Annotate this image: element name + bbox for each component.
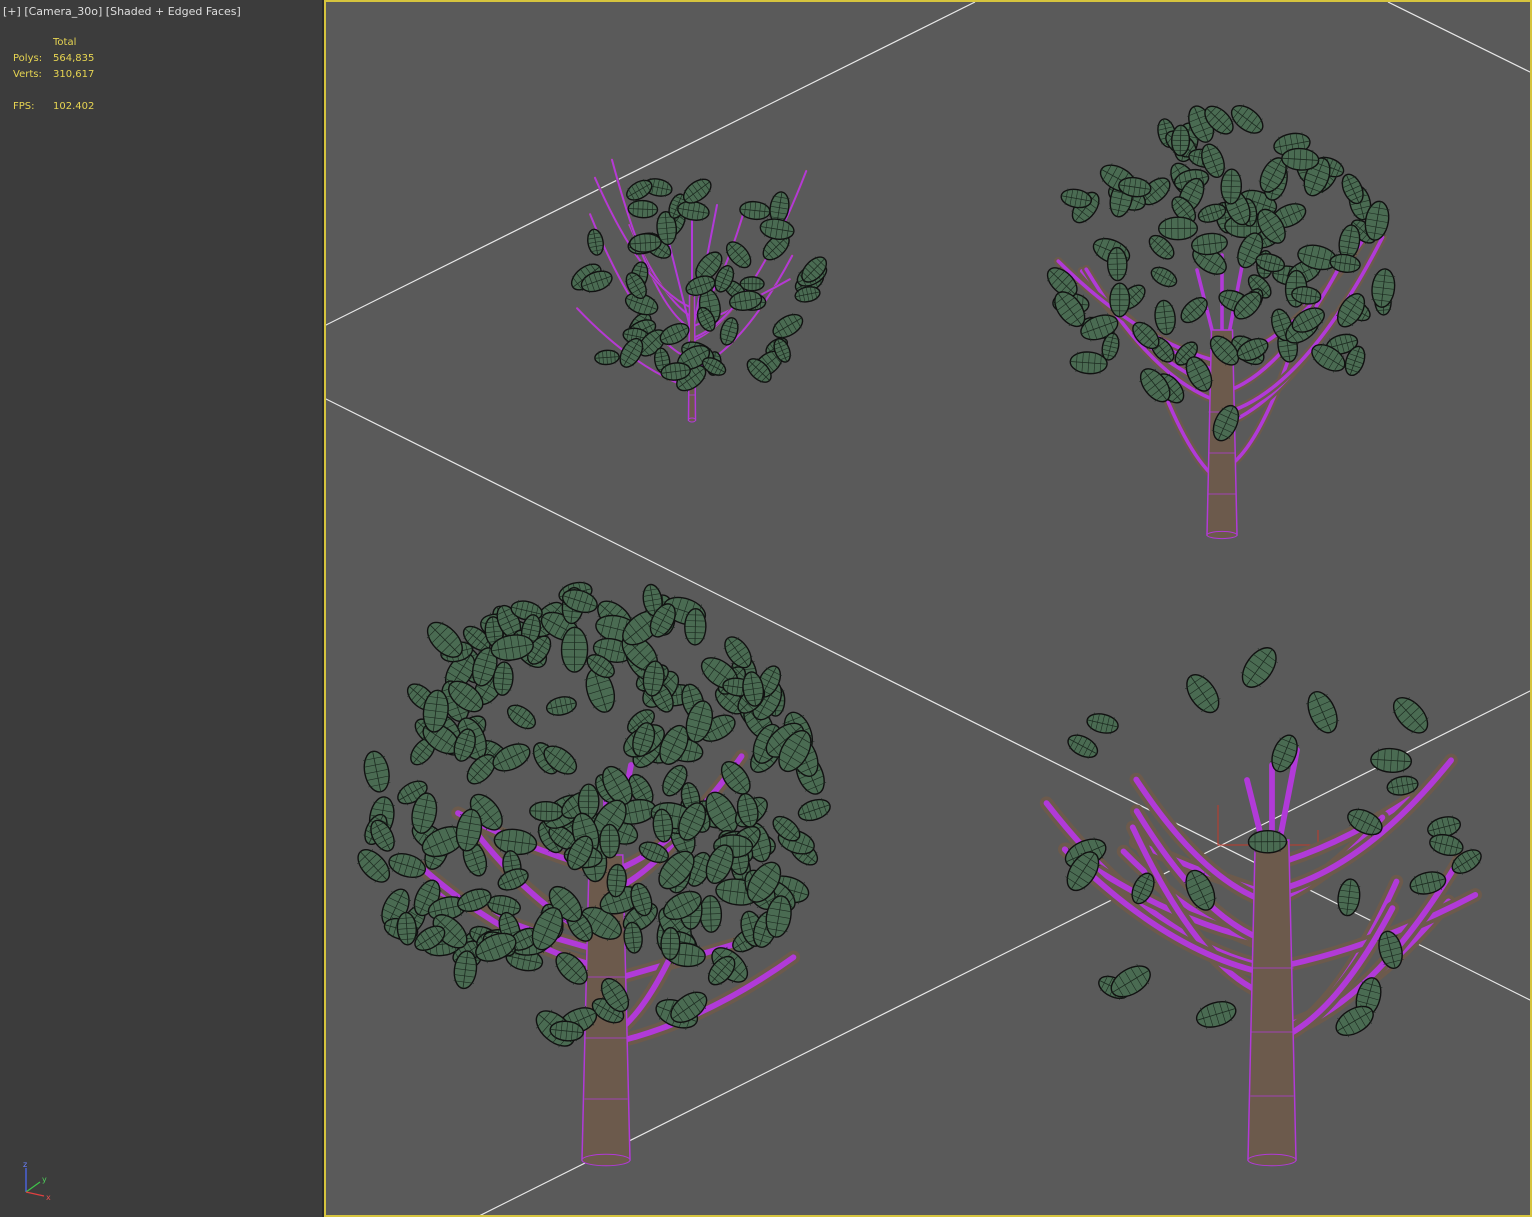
leaf (594, 349, 620, 366)
tree-medium[interactable] (1042, 100, 1396, 540)
leaf (1069, 351, 1108, 375)
tree-small[interactable] (567, 158, 831, 423)
verts-label: Verts: (13, 69, 42, 80)
fps-label: FPS: (13, 101, 35, 112)
leaf (1150, 266, 1178, 288)
leaf (545, 695, 577, 717)
viewport-left-panel: [+] [Camera_30o] [Shaded + Edged Faces] … (0, 0, 322, 1217)
leaf (362, 750, 391, 793)
verts-value: 310,617 (53, 69, 95, 80)
viewport-plus-menu[interactable]: [+] (3, 5, 21, 18)
leaf (1247, 829, 1288, 854)
leaf (1109, 282, 1131, 318)
leaf (1220, 168, 1243, 205)
leaf (1337, 878, 1361, 917)
tree-large[interactable] (352, 579, 833, 1167)
leaf (1067, 733, 1099, 759)
shading-menu[interactable]: [Shaded + Edged Faces] (106, 5, 241, 18)
axis-z-label: z (23, 1160, 27, 1169)
trunk-base (581, 1153, 631, 1167)
leaf (506, 703, 536, 730)
leaf (1371, 268, 1396, 308)
tree-bare[interactable] (1039, 642, 1485, 1167)
polys-label: Polys: (13, 53, 43, 64)
fps-value: 102.402 (53, 101, 95, 112)
viewport-scene[interactable] (324, 0, 1532, 1217)
trunk-base (1247, 1153, 1297, 1167)
leaf (627, 199, 659, 219)
leaf (739, 200, 771, 221)
polys-value: 564,835 (53, 53, 95, 64)
camera-menu[interactable]: [Camera_30o] (24, 5, 102, 18)
trunk (1247, 839, 1297, 1161)
leaf (1230, 104, 1264, 135)
leaf (684, 607, 707, 646)
leaf (529, 800, 564, 822)
leaf (699, 894, 723, 933)
viewport-label: [+] [Camera_30o] [Shaded + Edged Faces] (3, 5, 241, 18)
camera-viewport[interactable] (324, 0, 1532, 1217)
axis-x-label: x (46, 1193, 51, 1202)
trunk-base (1206, 530, 1238, 540)
leaf (1106, 246, 1128, 282)
leaf (1370, 747, 1413, 773)
leaf (587, 228, 604, 256)
leaf (1392, 696, 1429, 734)
leaf (772, 312, 804, 340)
leaf (1281, 147, 1320, 171)
leaf (759, 218, 795, 241)
leaf (1185, 674, 1221, 714)
leaf (560, 626, 589, 673)
leaf (599, 823, 621, 859)
leaf (1305, 691, 1340, 734)
leaf (1171, 124, 1191, 157)
leaf (660, 926, 681, 961)
leaf (1157, 216, 1199, 241)
leaf (1154, 299, 1176, 336)
leaf (1195, 999, 1237, 1029)
leaf (1086, 712, 1119, 735)
leaf (797, 798, 831, 822)
stats-total-header: Total (53, 37, 77, 48)
leaf (1240, 647, 1278, 688)
axis-gizmo-icon: z y x (23, 1160, 51, 1202)
trunk-base (688, 417, 696, 423)
leaf (1191, 232, 1228, 256)
axis-y-label: y (42, 1175, 47, 1184)
